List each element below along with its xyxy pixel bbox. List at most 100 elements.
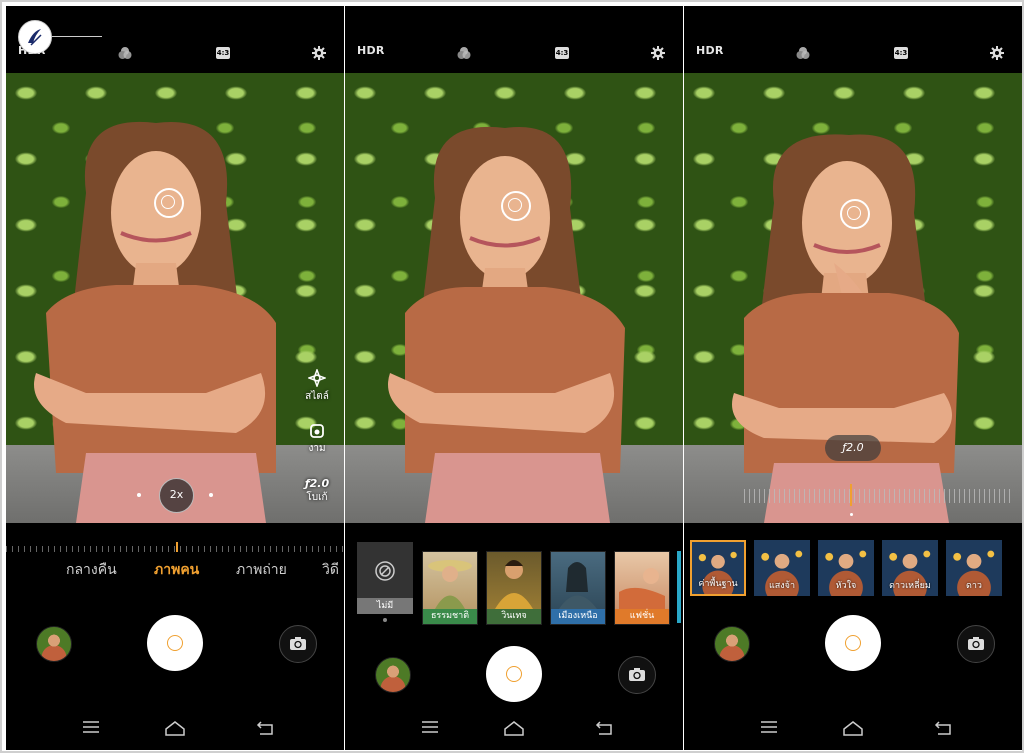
- eye-focus-indicator: [154, 188, 184, 218]
- gear-icon[interactable]: [990, 46, 1004, 60]
- style-tile-natural[interactable]: ธรรมชาติ: [422, 551, 478, 625]
- camera-top-bar: HDR 4:3: [684, 6, 1022, 73]
- zoom-dot[interactable]: [209, 493, 213, 497]
- portrait-subject: [388, 126, 625, 523]
- camera-panel-styles: HDR 4:3 ไม่มี ธรรมชาติ วินเทจ เมืองเหนือ…: [345, 6, 683, 750]
- gallery-thumbnail[interactable]: [714, 626, 750, 662]
- aperture-icon: ƒ2.0: [304, 477, 330, 490]
- switch-camera-button[interactable]: [957, 625, 995, 663]
- bokeh-effect-label: แสงจ้า: [768, 581, 795, 591]
- hdr-toggle[interactable]: HDR: [696, 44, 724, 57]
- bokeh-effect-heart[interactable]: หัวใจ: [818, 540, 874, 596]
- home-icon[interactable]: [503, 720, 525, 736]
- bokeh-effect-label: ดาว: [966, 581, 982, 591]
- color-filters-icon[interactable]: [457, 46, 471, 60]
- shutter-button[interactable]: [486, 646, 542, 702]
- mode-portrait[interactable]: ภาพคน: [154, 559, 199, 581]
- home-icon[interactable]: [842, 720, 864, 736]
- style-label: สไตล์: [305, 391, 329, 402]
- aspect-ratio-button[interactable]: 4:3: [555, 47, 569, 59]
- switch-camera-button[interactable]: [618, 656, 656, 694]
- beauty-button[interactable]: งาม: [300, 423, 334, 456]
- bokeh-effect-label: ค่าพื้นฐาน: [698, 579, 738, 589]
- gallery-thumbnail[interactable]: [375, 657, 411, 693]
- slider-center-dot: [850, 513, 853, 516]
- style-none-tile[interactable]: ไม่มี: [357, 542, 413, 614]
- style-tile-vintage[interactable]: วินเทจ: [486, 551, 542, 625]
- gear-icon[interactable]: [312, 46, 326, 60]
- android-nav-bar: [684, 706, 1022, 750]
- style-button[interactable]: สไตล์: [300, 369, 334, 404]
- switch-camera-icon: [290, 637, 306, 650]
- eye-focus-indicator: [501, 191, 531, 221]
- no-style-icon: [375, 561, 395, 581]
- style-tile-fashion[interactable]: แฟชั่น: [614, 551, 670, 625]
- camera-panel-bokeh: HDR 4:3 ƒ2.0 ค่าพื้นฐาน แสงจ้า หัวใจ ดาว…: [684, 6, 1022, 750]
- bokeh-button[interactable]: ƒ2.0 โบเก้: [300, 477, 334, 505]
- back-icon[interactable]: [595, 720, 613, 736]
- menu-icon[interactable]: [421, 720, 439, 734]
- shutter-button[interactable]: [825, 615, 881, 671]
- color-filters-icon[interactable]: [118, 46, 132, 60]
- switch-camera-icon: [629, 668, 645, 681]
- camera-top-bar: HDR 4:3: [345, 6, 683, 73]
- zoom-2x-button[interactable]: 2x: [159, 478, 194, 513]
- style-tile-northern[interactable]: เมืองเหนือ: [550, 551, 606, 625]
- bokeh-effect-bright[interactable]: แสงจ้า: [754, 540, 810, 596]
- camera-viewfinder[interactable]: สไตล์ งาม ƒ2.0 โบเก้ 2x: [6, 73, 344, 523]
- style-preview-image: [559, 562, 597, 609]
- zoom-dot[interactable]: [137, 493, 141, 497]
- style-tile-label: แฟชั่น: [615, 609, 669, 624]
- aperture-value: ƒ2.0: [825, 435, 881, 461]
- bokeh-effect-diamond[interactable]: ดาวเหลี่ยม: [882, 540, 938, 596]
- android-nav-bar: [6, 706, 344, 750]
- mode-selector[interactable]: กลางคืน ภาพคน ภาพถ่าย วิดี: [6, 554, 344, 580]
- back-icon[interactable]: [256, 720, 274, 736]
- camera-panel-portrait: HDR 4:3 สไตล์ งา: [6, 6, 344, 750]
- style-none-label: ไม่มี: [357, 598, 413, 614]
- mode-ruler-marker: [176, 542, 178, 552]
- mode-video[interactable]: วิดี: [322, 559, 339, 581]
- color-filters-icon[interactable]: [796, 46, 810, 60]
- gear-icon[interactable]: [651, 46, 665, 60]
- home-icon[interactable]: [164, 720, 186, 736]
- menu-icon[interactable]: [760, 720, 778, 734]
- watermark-logo-icon: [18, 20, 52, 54]
- style-tile-label: วินเทจ: [487, 609, 541, 624]
- gallery-thumbnail[interactable]: [36, 626, 72, 662]
- bokeh-effect-label: หัวใจ: [835, 581, 857, 591]
- mode-photo[interactable]: ภาพถ่าย: [236, 559, 287, 581]
- camera-viewfinder[interactable]: [345, 73, 683, 523]
- eye-focus-indicator: [840, 199, 870, 229]
- android-nav-bar: [345, 706, 683, 750]
- bokeh-label: โบเก้: [306, 492, 328, 503]
- style-preview-image: [495, 560, 533, 609]
- style-tile-label: ธรรมชาติ: [423, 609, 477, 624]
- beauty-label: งาม: [308, 443, 326, 454]
- aperture-slider-handle[interactable]: [850, 484, 852, 506]
- style-preview-image: [428, 560, 472, 609]
- watermark-line: [52, 36, 102, 37]
- mode-night[interactable]: กลางคืน: [66, 559, 117, 581]
- beauty-icon: [310, 424, 324, 438]
- style-page-dot: [383, 618, 387, 622]
- camera-top-bar: HDR 4:3: [6, 6, 344, 73]
- bokeh-effect-default[interactable]: ค่าพื้นฐาน: [690, 540, 746, 596]
- menu-icon[interactable]: [82, 720, 100, 734]
- bokeh-effect-star[interactable]: ดาว: [946, 540, 1002, 596]
- aperture-slider[interactable]: [744, 489, 1014, 503]
- bokeh-effect-label: ดาวเหลี่ยม: [889, 581, 931, 591]
- shutter-button[interactable]: [147, 615, 203, 671]
- bokeh-effect-strip: ค่าพื้นฐาน แสงจ้า หัวใจ ดาวเหลี่ยม ดาว: [690, 540, 1016, 598]
- aspect-ratio-button[interactable]: 4:3: [894, 47, 908, 59]
- style-preview-image: [619, 568, 665, 609]
- camera-viewfinder[interactable]: ƒ2.0: [684, 73, 1022, 523]
- switch-camera-button[interactable]: [279, 625, 317, 663]
- screenshot-frame: HDR 4:3 สไตล์ งา: [0, 0, 1024, 753]
- portrait-subject: [34, 121, 276, 523]
- hdr-toggle[interactable]: HDR: [357, 44, 385, 57]
- sparkle-icon: [308, 369, 326, 387]
- back-icon[interactable]: [934, 720, 952, 736]
- aspect-ratio-button[interactable]: 4:3: [216, 47, 230, 59]
- style-tile-label: เมืองเหนือ: [551, 609, 605, 624]
